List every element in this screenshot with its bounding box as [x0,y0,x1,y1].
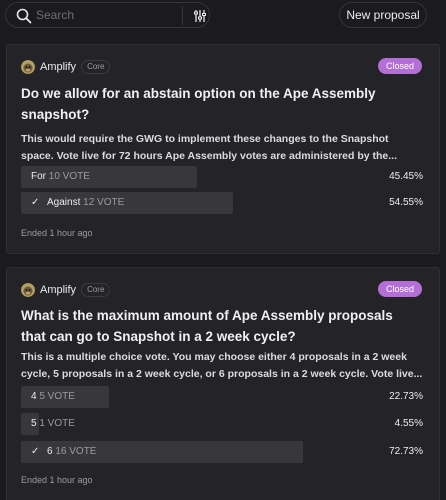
choice-row: 5 1 VOTE 4.55% [21,413,423,435]
proposal-title[interactable]: Do we allow for an abstain option on the… [21,83,401,125]
status-badge: Closed [377,58,422,74]
ape-avatar-icon [21,283,35,297]
choice-percent: 72.73% [389,446,423,457]
check-icon: ✓ [31,446,40,457]
choice-votes: 16 VOTE [55,446,97,457]
proposal-description: This would require the GWG to implement … [21,133,397,162]
choice-votes: 1 VOTE [39,418,75,429]
choice-row: ✓ Against 12 VOTE 54.55% [21,192,423,214]
choice-percent: 4.55% [394,418,423,429]
ended-time: Ended 1 hour ago [21,475,93,485]
sliders-icon[interactable] [193,9,207,23]
status-badge: Closed [377,281,422,297]
choice-percent: 22.73% [389,391,423,402]
search-input[interactable] [36,6,176,24]
core-badge: Core [81,283,111,297]
author-name: Amplify [40,284,77,296]
proposal-card[interactable]: Amplify Core Closed What is the maximum … [6,267,440,500]
proposal-author[interactable]: Amplify Core [21,282,111,298]
choice-percent: 45.45% [389,171,423,182]
choice-label: 6 [47,446,53,457]
choice-label: 5 [31,418,37,429]
check-icon: ✓ [31,197,40,208]
search-icon [16,8,32,24]
choice-votes: 12 VOTE [83,197,125,208]
search-box[interactable] [5,2,210,28]
choice-label: For [31,171,46,182]
proposal-title[interactable]: What is the maximum amount of Ape Assemb… [21,305,401,347]
ended-time: Ended 1 hour ago [21,228,93,238]
proposal-author[interactable]: Amplify Core [21,59,111,75]
proposal-description: This is a multiple choice vote. You may … [21,351,423,380]
core-badge: Core [81,60,111,74]
choice-label: 4 [31,391,37,402]
top-bar: New proposal [0,0,446,34]
author-name: Amplify [40,61,77,73]
proposal-card[interactable]: Amplify Core Closed Do we allow for an a… [6,44,440,254]
search-divider [182,6,183,25]
choice-percent: 54.55% [389,197,423,208]
ape-avatar-icon [21,60,35,74]
choice-label: Against [47,197,81,208]
choice-row: For 10 VOTE 45.45% [21,166,423,188]
choice-row: 4 5 VOTE 22.73% [21,386,423,408]
choice-row: ✓ 6 16 VOTE 72.73% [21,441,423,463]
choice-votes: 10 VOTE [48,171,90,182]
new-proposal-button[interactable]: New proposal [339,2,427,28]
choice-votes: 5 VOTE [39,391,75,402]
